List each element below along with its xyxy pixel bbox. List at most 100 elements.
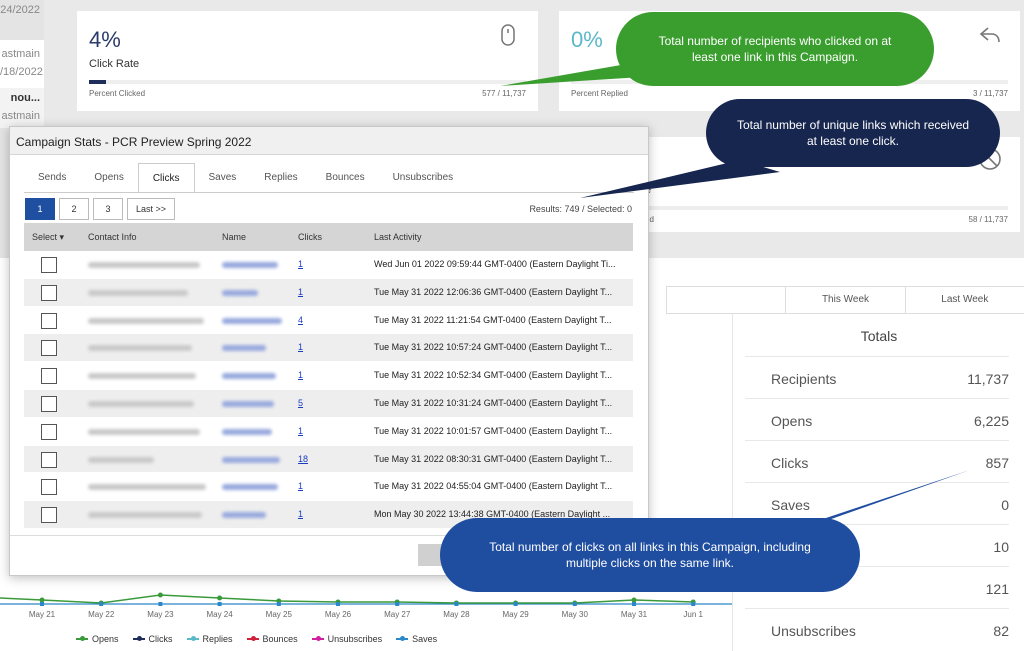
name-link-redacted[interactable] <box>222 373 276 380</box>
campaign-list-text: /18/2022 <box>0 66 43 78</box>
x-tick-label: May 27 <box>384 610 411 619</box>
tab-period-other[interactable] <box>666 287 785 313</box>
name-link-redacted[interactable] <box>222 456 280 463</box>
saves-point <box>217 602 222 606</box>
row-checkbox[interactable] <box>41 312 57 329</box>
legend-item[interactable]: Opens <box>76 634 119 644</box>
row-checkbox[interactable] <box>41 368 57 385</box>
x-tick-label: May 31 <box>621 610 648 619</box>
table-row[interactable]: 1 Tue May 31 2022 10:01:57 GMT-0400 (East… <box>24 417 633 446</box>
saves-point <box>632 602 636 606</box>
page-3-button[interactable]: 3 <box>93 198 123 220</box>
campaign-list-item[interactable]: nou... astmain <box>0 88 44 128</box>
row-checkbox[interactable] <box>41 479 57 496</box>
tab-this-week[interactable]: This Week <box>785 287 904 313</box>
table-row[interactable]: 1 Tue May 31 2022 10:57:24 GMT-0400 (East… <box>24 334 633 363</box>
row-checkbox[interactable] <box>41 284 57 301</box>
activity-cell: Tue May 31 2022 10:52:34 GMT-0400 (Easte… <box>366 362 633 389</box>
legend-swatch <box>186 636 199 641</box>
contact-cell <box>80 307 214 334</box>
select-cell <box>24 473 80 500</box>
legend-item[interactable]: Replies <box>186 634 233 644</box>
table-row[interactable]: 1 Tue May 31 2022 04:55:04 GMT-0400 (East… <box>24 473 633 502</box>
campaign-list-item[interactable]: astmain /18/2022 <box>0 40 44 88</box>
legend-item[interactable]: Clicks <box>132 634 173 644</box>
clicks-link[interactable]: 1 <box>290 418 366 445</box>
select-column-header[interactable]: Select ▾ <box>24 223 80 251</box>
saves-point <box>158 602 163 606</box>
table-row[interactable]: 4 Tue May 31 2022 11:21:54 GMT-0400 (East… <box>24 306 633 335</box>
percent-clicked-count: 577 / 11,737 <box>482 89 526 98</box>
clicks-column-header[interactable]: Clicks <box>290 223 366 251</box>
contact-cell <box>80 418 214 445</box>
row-checkbox[interactable] <box>41 451 57 468</box>
reply-icon <box>979 27 1000 43</box>
tab-sends[interactable]: Sends <box>24 163 80 193</box>
clicks-link[interactable]: 1 <box>290 473 366 500</box>
name-link-redacted[interactable] <box>222 512 266 519</box>
row-checkbox[interactable] <box>41 257 57 273</box>
clicks-link[interactable]: 4 <box>290 307 366 334</box>
saves-point <box>40 602 44 606</box>
contact-column-header[interactable]: Contact Info <box>80 223 214 251</box>
activity-column-header[interactable]: Last Activity <box>366 223 633 251</box>
name-column-header[interactable]: Name <box>214 223 290 251</box>
tab-clicks[interactable]: Clicks <box>137 163 195 193</box>
saves-point <box>276 602 281 606</box>
totals-title: Totals <box>860 328 898 344</box>
name-link-redacted[interactable] <box>222 345 266 352</box>
clicks-link[interactable]: 5 <box>290 390 366 417</box>
total-value: 121 <box>985 581 1009 597</box>
contact-info-redacted <box>88 456 154 463</box>
modal-title: Campaign Stats - PCR Preview Spring 2022 <box>10 127 648 155</box>
last-page-button[interactable]: Last >> <box>127 198 176 220</box>
table-row[interactable]: 1 Wed Jun 01 2022 09:59:44 GMT-0400 (East… <box>24 251 633 279</box>
x-tick-label: May 29 <box>502 610 529 619</box>
last-activity: Tue May 31 2022 11:21:54 GMT-0400 (Easte… <box>374 314 612 325</box>
table-row[interactable]: 5 Tue May 31 2022 10:31:24 GMT-0400 (East… <box>24 389 633 418</box>
clicks-link[interactable]: 1 <box>290 334 366 361</box>
clicks-cell: 1 <box>290 418 366 445</box>
contact-cell <box>80 501 214 528</box>
clicks-link[interactable]: 1 <box>290 501 366 528</box>
name-link-redacted[interactable] <box>222 289 258 296</box>
total-value: 11,737 <box>967 371 1009 387</box>
activity-cell: Tue May 31 2022 08:30:31 GMT-0400 (Easte… <box>366 446 633 473</box>
name-link-redacted[interactable] <box>222 262 278 268</box>
row-checkbox[interactable] <box>41 395 57 412</box>
page-1-button[interactable]: 1 <box>25 198 55 220</box>
row-checkbox[interactable] <box>41 340 57 357</box>
table-row[interactable]: 1 Tue May 31 2022 10:52:34 GMT-0400 (East… <box>24 362 633 390</box>
contact-cell <box>80 390 214 417</box>
row-checkbox[interactable] <box>41 423 57 440</box>
legend-item[interactable]: Unsubscribes <box>311 634 382 644</box>
select-cell <box>24 307 80 334</box>
row-checkbox[interactable] <box>41 507 57 524</box>
contact-info-redacted <box>88 373 196 380</box>
contact-cell <box>80 446 214 473</box>
clicks-link[interactable]: 1 <box>290 251 366 278</box>
tab-unsubscribes[interactable]: Unsubscribes <box>379 163 468 193</box>
clicks-link[interactable]: 1 <box>290 279 366 306</box>
x-tick-label: May 24 <box>206 610 233 619</box>
legend-item[interactable]: Saves <box>396 634 437 644</box>
tab-bounces[interactable]: Bounces <box>312 163 379 193</box>
contact-info-redacted <box>88 484 206 491</box>
name-link-redacted[interactable] <box>222 484 278 491</box>
name-link-redacted[interactable] <box>222 317 282 324</box>
table-row[interactable]: 18 Tue May 31 2022 08:30:31 GMT-0400 (Eas… <box>24 445 633 474</box>
clicks-link[interactable]: 18 <box>290 446 366 473</box>
x-tick-label: May 26 <box>325 610 352 619</box>
name-link-redacted[interactable] <box>222 400 274 407</box>
name-link-redacted[interactable] <box>222 428 272 435</box>
tab-saves[interactable]: Saves <box>195 163 251 193</box>
tab-last-week[interactable]: Last Week <box>904 287 1024 313</box>
clicks-link[interactable]: 1 <box>290 362 366 389</box>
page-2-button[interactable]: 2 <box>59 198 89 220</box>
tab-opens[interactable]: Opens <box>80 163 137 193</box>
name-cell <box>214 362 290 389</box>
legend-item[interactable]: Bounces <box>246 634 298 644</box>
tab-replies[interactable]: Replies <box>250 163 311 193</box>
table-row[interactable]: 1 Tue May 31 2022 12:06:36 GMT-0400 (East… <box>24 278 633 307</box>
table-body: 1 Wed Jun 01 2022 09:59:44 GMT-0400 (East… <box>24 251 633 529</box>
